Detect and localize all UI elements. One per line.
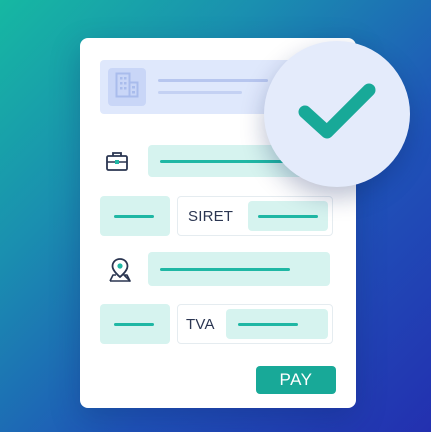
field-placeholder-line: [160, 160, 288, 163]
success-badge: [264, 41, 410, 187]
tva-label: TVA: [186, 316, 215, 333]
siret-input[interactable]: [248, 201, 328, 231]
building-icon: [115, 72, 139, 103]
illustration-background: SIRET TVA PAY: [0, 0, 431, 432]
field-placeholder-line: [114, 323, 154, 326]
briefcase-icon: [106, 151, 128, 176]
tva-prefix-field[interactable]: [100, 304, 170, 344]
field-placeholder-line: [160, 268, 290, 271]
field-placeholder-line: [258, 215, 318, 218]
siret-label: SIRET: [188, 208, 234, 225]
tva-field-box[interactable]: TVA: [177, 304, 333, 344]
field-placeholder-line: [238, 323, 298, 326]
field-placeholder-line: [114, 215, 154, 218]
tva-input[interactable]: [226, 309, 328, 339]
checkmark-icon: [295, 80, 379, 149]
company-logo-placeholder: [108, 68, 146, 106]
siret-prefix-field[interactable]: [100, 196, 170, 236]
company-subtitle-placeholder-line: [158, 91, 242, 94]
pay-button[interactable]: PAY: [256, 366, 336, 394]
address-field[interactable]: [148, 252, 330, 286]
map-pin-icon: [108, 257, 132, 288]
company-name-placeholder-line: [158, 79, 268, 82]
siret-field-box[interactable]: SIRET: [177, 196, 333, 236]
